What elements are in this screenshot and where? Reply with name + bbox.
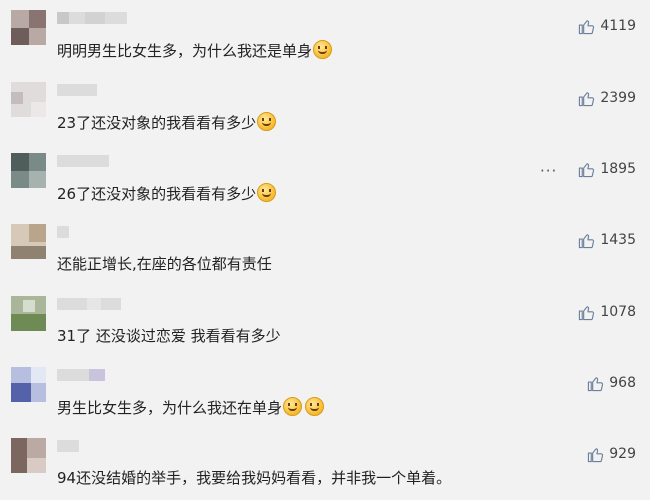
comment-item: 明明男生比女生多，为什么我还是单身 4119 xyxy=(0,0,650,72)
like-count: 1078 xyxy=(600,304,636,320)
like-button[interactable]: 1435 xyxy=(578,230,636,250)
avatar[interactable] xyxy=(11,153,46,188)
username-blurred[interactable] xyxy=(57,84,97,96)
comment-text: 31了 还没谈过恋爱 我看看有多少 xyxy=(57,326,281,346)
like-button[interactable]: 1078 xyxy=(578,302,636,322)
comment-item: 还能正增长,在座的各位都有责任 1435 xyxy=(0,214,650,286)
avatar[interactable] xyxy=(11,367,46,402)
comment-text-content: 31了 还没谈过恋爱 我看看有多少 xyxy=(57,327,281,345)
thumbs-up-icon xyxy=(588,376,604,391)
comment-text: 明明男生比女生多，为什么我还是单身 xyxy=(57,40,333,61)
smile-emoji-icon xyxy=(283,397,303,416)
comment-text-content: 明明男生比女生多，为什么我还是单身 xyxy=(57,42,313,60)
comment-item: 26了还没对象的我看看有多少 ··· 1895 xyxy=(0,143,650,215)
laugh-cry-emoji-icon xyxy=(257,112,277,131)
avatar[interactable] xyxy=(11,10,46,45)
laugh-cry-emoji-icon xyxy=(257,183,277,202)
username-blurred[interactable] xyxy=(57,12,127,24)
username-blurred[interactable] xyxy=(57,226,69,238)
comment-feed: 明明男生比女生多，为什么我还是单身 4119 23了还没对象的我看看有多少 23… xyxy=(0,0,650,496)
more-options-icon[interactable]: ··· xyxy=(540,162,557,180)
smile-emoji-icon xyxy=(305,397,325,416)
thumbs-up-icon xyxy=(579,91,595,106)
comment-text-content: 还能正增长,在座的各位都有责任 xyxy=(57,255,272,273)
thumbs-up-icon xyxy=(588,447,604,462)
username-blurred[interactable] xyxy=(57,155,109,167)
username-blurred[interactable] xyxy=(57,369,105,381)
like-button[interactable]: 4119 xyxy=(578,16,636,36)
comment-text: 23了还没对象的我看看有多少 xyxy=(57,112,277,133)
like-count: 1895 xyxy=(600,161,636,177)
like-count: 929 xyxy=(609,446,636,462)
like-count: 1435 xyxy=(600,232,636,248)
like-button[interactable]: 968 xyxy=(587,373,636,393)
avatar[interactable] xyxy=(11,296,46,331)
thumbs-up-icon xyxy=(579,19,595,34)
comment-item: 94还没结婚的举手，我要给我妈妈看看，并非我一个单着。 929 xyxy=(0,428,650,500)
comment-text-content: 23了还没对象的我看看有多少 xyxy=(57,114,257,132)
avatar[interactable] xyxy=(11,224,46,259)
crying-emoji-icon xyxy=(313,40,333,59)
comment-item: 23了还没对象的我看看有多少 2399 xyxy=(0,72,650,144)
comment-text: 男生比女生多，为什么我还在单身 xyxy=(57,397,325,418)
like-button[interactable]: 1895 xyxy=(578,159,636,179)
comment-text: 94还没结婚的举手，我要给我妈妈看看，并非我一个单着。 xyxy=(57,468,451,488)
like-button[interactable]: 2399 xyxy=(578,88,636,108)
thumbs-up-icon xyxy=(579,162,595,177)
avatar[interactable] xyxy=(11,438,46,473)
thumbs-up-icon xyxy=(579,305,595,320)
comment-text: 26了还没对象的我看看有多少 xyxy=(57,183,277,204)
comment-text-content: 94还没结婚的举手，我要给我妈妈看看，并非我一个单着。 xyxy=(57,469,452,487)
avatar[interactable] xyxy=(11,82,46,117)
comment-item: 31了 还没谈过恋爱 我看看有多少 1078 xyxy=(0,286,650,358)
comment-text-content: 男生比女生多，为什么我还在单身 xyxy=(57,399,283,417)
username-blurred[interactable] xyxy=(57,298,121,310)
like-count: 4119 xyxy=(600,18,636,34)
thumbs-up-icon xyxy=(579,233,595,248)
like-count: 2399 xyxy=(600,90,636,106)
like-count: 968 xyxy=(609,375,636,391)
username-blurred[interactable] xyxy=(57,440,79,452)
comment-item: 男生比女生多，为什么我还在单身 968 xyxy=(0,357,650,429)
like-button[interactable]: 929 xyxy=(587,444,636,464)
comment-text: 还能正增长,在座的各位都有责任 xyxy=(57,254,272,274)
comment-text-content: 26了还没对象的我看看有多少 xyxy=(57,185,257,203)
